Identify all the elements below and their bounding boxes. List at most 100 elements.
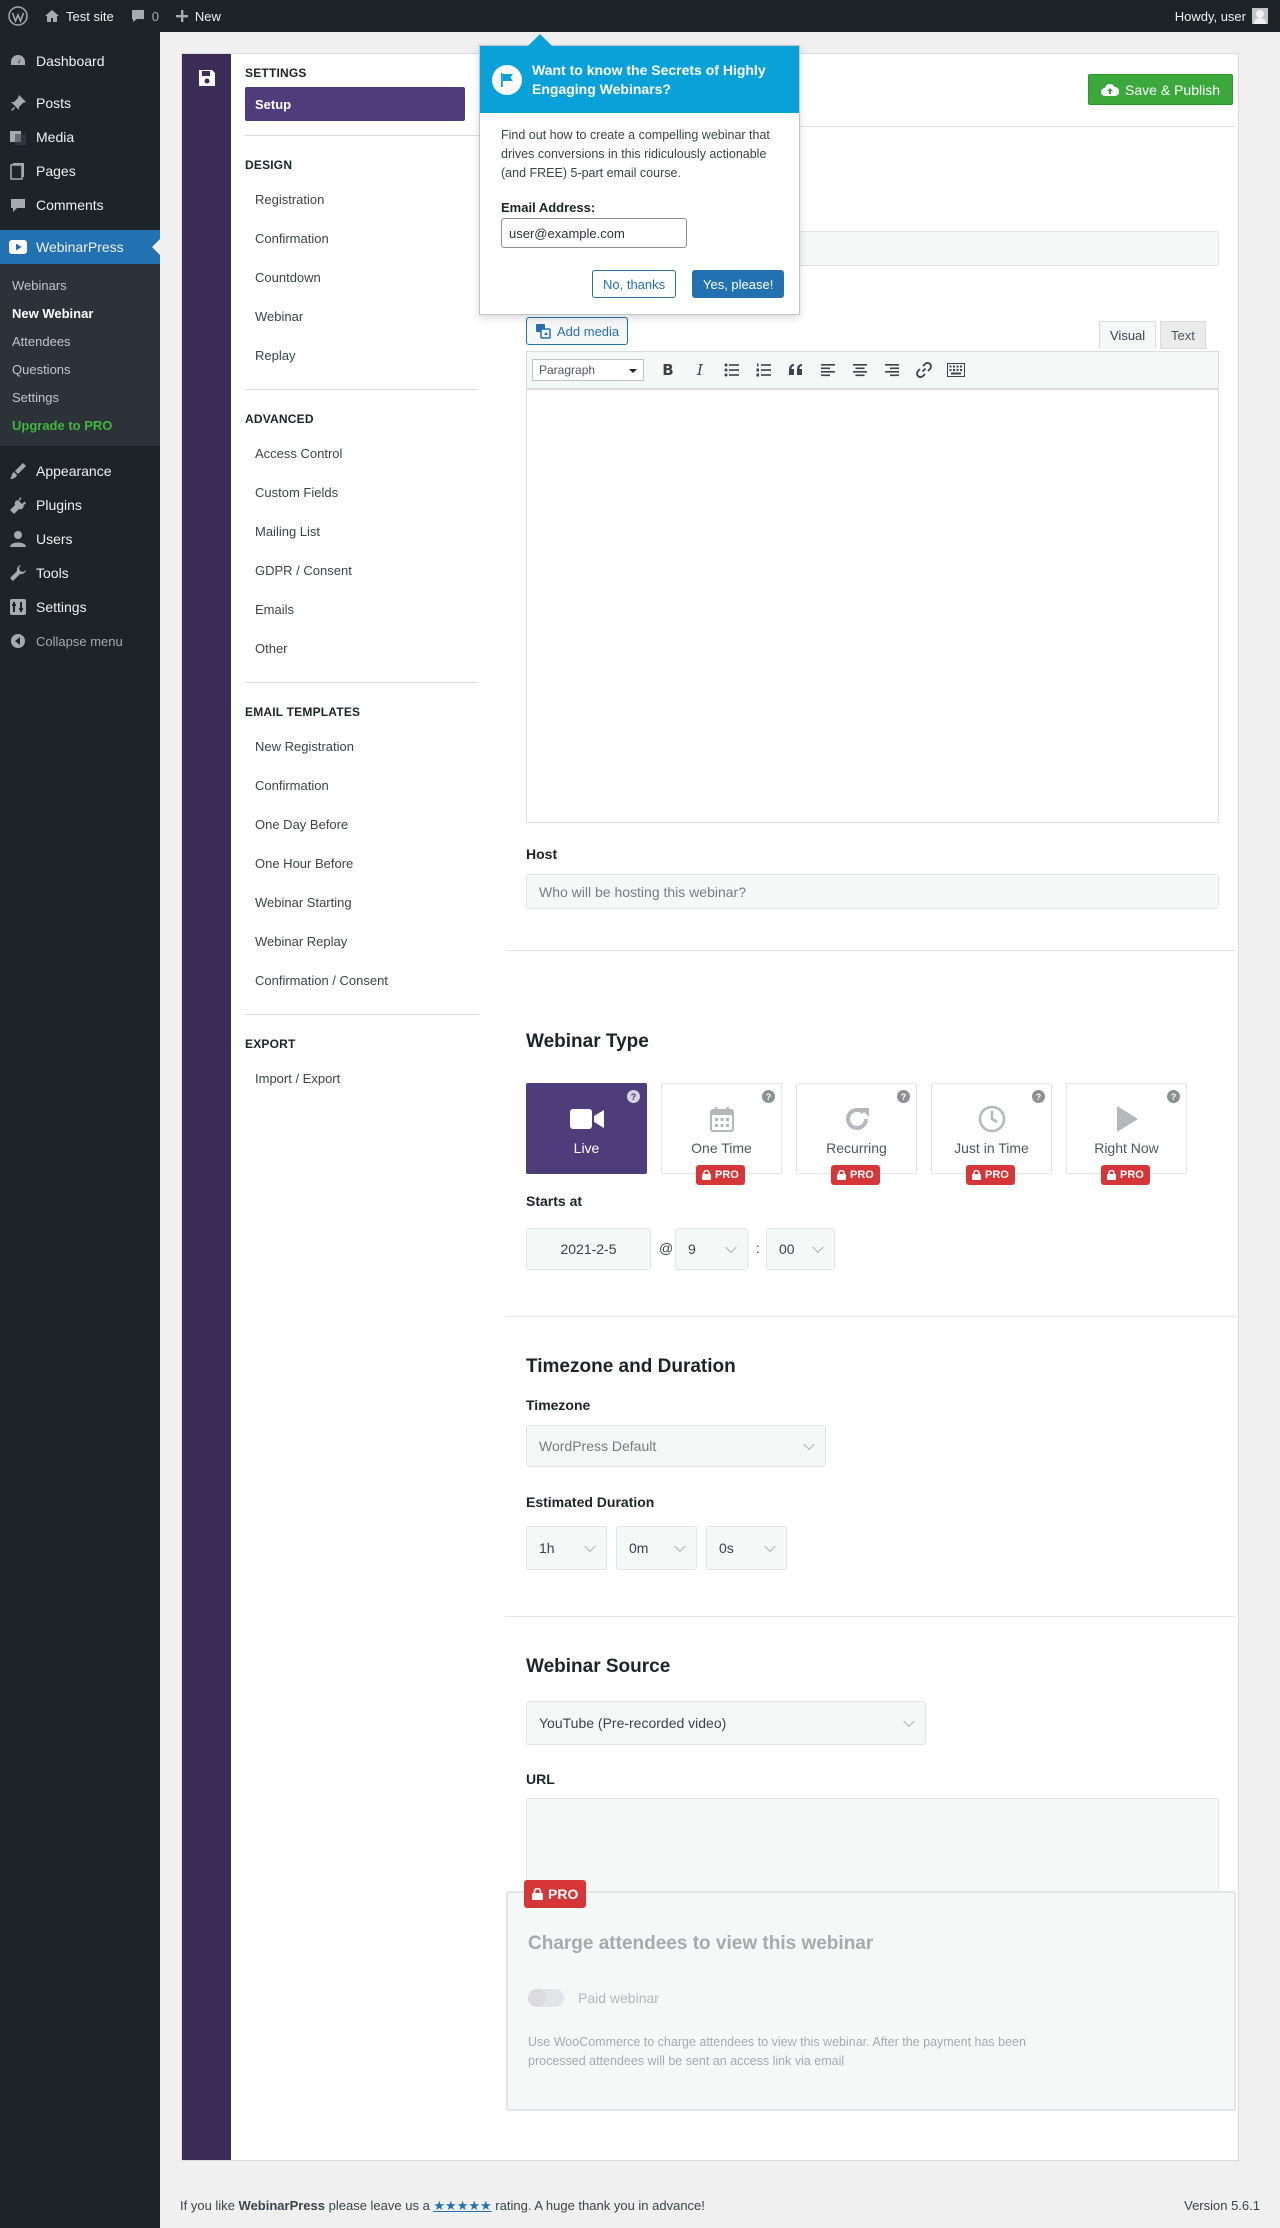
tab-visual[interactable]: Visual [1099,321,1157,349]
type-card-live[interactable]: ? Live [526,1083,647,1174]
nav-item-mailing-list[interactable]: Mailing List [245,512,465,551]
lock-icon [1107,1170,1116,1180]
type-label: One Time [691,1140,752,1156]
menu-item-plugins[interactable]: Plugins [0,488,160,522]
tab-text[interactable]: Text [1160,321,1206,349]
timezone-select[interactable]: WordPress Default [526,1425,826,1467]
help-icon[interactable]: ? [762,1090,775,1103]
type-card-just-in-time[interactable]: ? Just in Time [931,1083,1052,1174]
italic-button[interactable]: I [684,357,716,383]
save-publish-button[interactable]: Save & Publish [1088,74,1233,105]
align-center-button[interactable] [844,357,876,383]
comments-link[interactable]: 0 [122,0,167,32]
menu-item-webinarpress[interactable]: WebinarPress [0,230,160,264]
bold-button[interactable]: B [652,357,684,383]
site-name-link[interactable]: Test site [36,0,122,32]
menu-item-appearance[interactable]: Appearance [0,454,160,488]
submenu-settings[interactable]: Settings [0,383,160,411]
wordpress-logo-icon[interactable] [0,0,36,32]
bullet-list-button[interactable] [716,357,748,383]
nav-item-access-control[interactable]: Access Control [245,434,465,473]
webinar-source-select[interactable]: YouTube (Pre-recorded video) [526,1701,926,1745]
nav-item-confirmation[interactable]: Confirmation [245,219,465,258]
menu-item-tools[interactable]: Tools [0,556,160,590]
nav-item-other[interactable]: Other [245,629,465,668]
menu-item-media[interactable]: Media [0,120,160,154]
url-textarea[interactable] [526,1798,1219,1898]
type-card-one-time[interactable]: ? One Time [661,1083,782,1174]
submenu-attendees[interactable]: Attendees [0,327,160,355]
host-input[interactable]: Who will be hosting this webinar? [526,874,1219,909]
menu-item-dashboard[interactable]: Dashboard [0,44,160,78]
help-icon[interactable]: ? [627,1090,640,1103]
duration-seconds-select[interactable]: 0s [706,1526,787,1570]
toolbar-toggle-button[interactable] [940,357,972,383]
type-label: Recurring [826,1140,887,1156]
insert-link-button[interactable] [908,357,940,383]
add-media-label: Add media [557,323,620,339]
type-label: Just in Time [954,1140,1029,1156]
nav-item-registration[interactable]: Registration [245,180,465,219]
duration-minutes-select[interactable]: 0m [616,1526,697,1570]
menu-item-settings[interactable]: Settings [0,590,160,624]
nav-item-webinar-starting[interactable]: Webinar Starting [245,883,465,922]
submenu-new-webinar[interactable]: New Webinar [0,299,160,327]
menu-item-pages[interactable]: Pages [0,154,160,188]
align-right-button[interactable] [876,357,908,383]
divider [506,1316,1236,1317]
nav-item-replay[interactable]: Replay [245,336,465,375]
duration-hours-select[interactable]: 1h [526,1526,607,1570]
no-thanks-button[interactable]: No, thanks [592,270,677,298]
nav-item-email-confirmation[interactable]: Confirmation [245,766,465,805]
nav-item-confirmation-consent[interactable]: Confirmation / Consent [245,961,465,1000]
menu-item-users[interactable]: Users [0,522,160,556]
collapse-menu-button[interactable]: Collapse menu [0,624,160,658]
nav-item-gdpr-consent[interactable]: GDPR / Consent [245,551,465,590]
nav-heading-settings: SETTINGS [245,66,307,80]
start-minute-select[interactable]: 00 [766,1228,835,1270]
nav-item-one-hour-before[interactable]: One Hour Before [245,844,465,883]
menu-item-posts[interactable]: Posts [0,86,160,120]
save-publish-label: Save & Publish [1125,81,1220,98]
quote-icon [789,364,802,375]
menu-label: Plugins [36,497,82,513]
numbered-list-button[interactable] [748,357,780,383]
description-editor[interactable] [526,389,1219,823]
help-icon[interactable]: ? [1167,1090,1180,1103]
yes-please-button[interactable]: Yes, please! [692,270,785,298]
floppy-save-icon[interactable] [197,68,217,88]
submenu-questions[interactable]: Questions [0,355,160,383]
submenu-webinars[interactable]: Webinars [0,271,160,299]
nav-item-import-export[interactable]: Import / Export [245,1059,465,1098]
align-left-button[interactable] [812,357,844,383]
help-icon[interactable]: ? [1032,1090,1045,1103]
start-hour-select[interactable]: 9 [675,1228,748,1270]
nav-item-one-day-before[interactable]: One Day Before [245,805,465,844]
nav-item-countdown[interactable]: Countdown [245,258,465,297]
nav-item-emails[interactable]: Emails [245,590,465,629]
menu-label: Settings [36,599,87,615]
nav-item-new-registration[interactable]: New Registration [245,727,465,766]
help-icon[interactable]: ? [897,1090,910,1103]
nav-item-custom-fields[interactable]: Custom Fields [245,473,465,512]
nav-item-webinar-replay[interactable]: Webinar Replay [245,922,465,961]
paid-webinar-toggle[interactable] [528,1989,564,2007]
rating-stars-link[interactable]: ★★★★★ [433,2198,491,2213]
start-date-input[interactable]: 2021-2-5 [526,1228,651,1270]
nav-item-setup[interactable]: Setup [245,87,465,121]
nav-item-webinar[interactable]: Webinar [245,297,465,336]
numbered-list-icon [756,363,771,377]
add-media-button[interactable]: Add media [526,317,629,345]
menu-item-comments[interactable]: Comments [0,188,160,222]
type-card-recurring[interactable]: ? Recurring [796,1083,917,1174]
user-account-menu[interactable]: Howdy, user [1167,0,1280,32]
submenu-upgrade-pro[interactable]: Upgrade to PRO [0,411,160,439]
blockquote-button[interactable] [780,357,812,383]
email-input[interactable]: user@example.com [501,218,687,248]
menu-label: Dashboard [36,53,105,69]
new-content-link[interactable]: New [167,0,229,32]
type-label: Live [573,1140,600,1156]
lock-icon [532,1888,543,1900]
type-card-right-now[interactable]: ? Right Now [1066,1083,1187,1174]
format-select[interactable]: Paragraph [532,359,644,381]
